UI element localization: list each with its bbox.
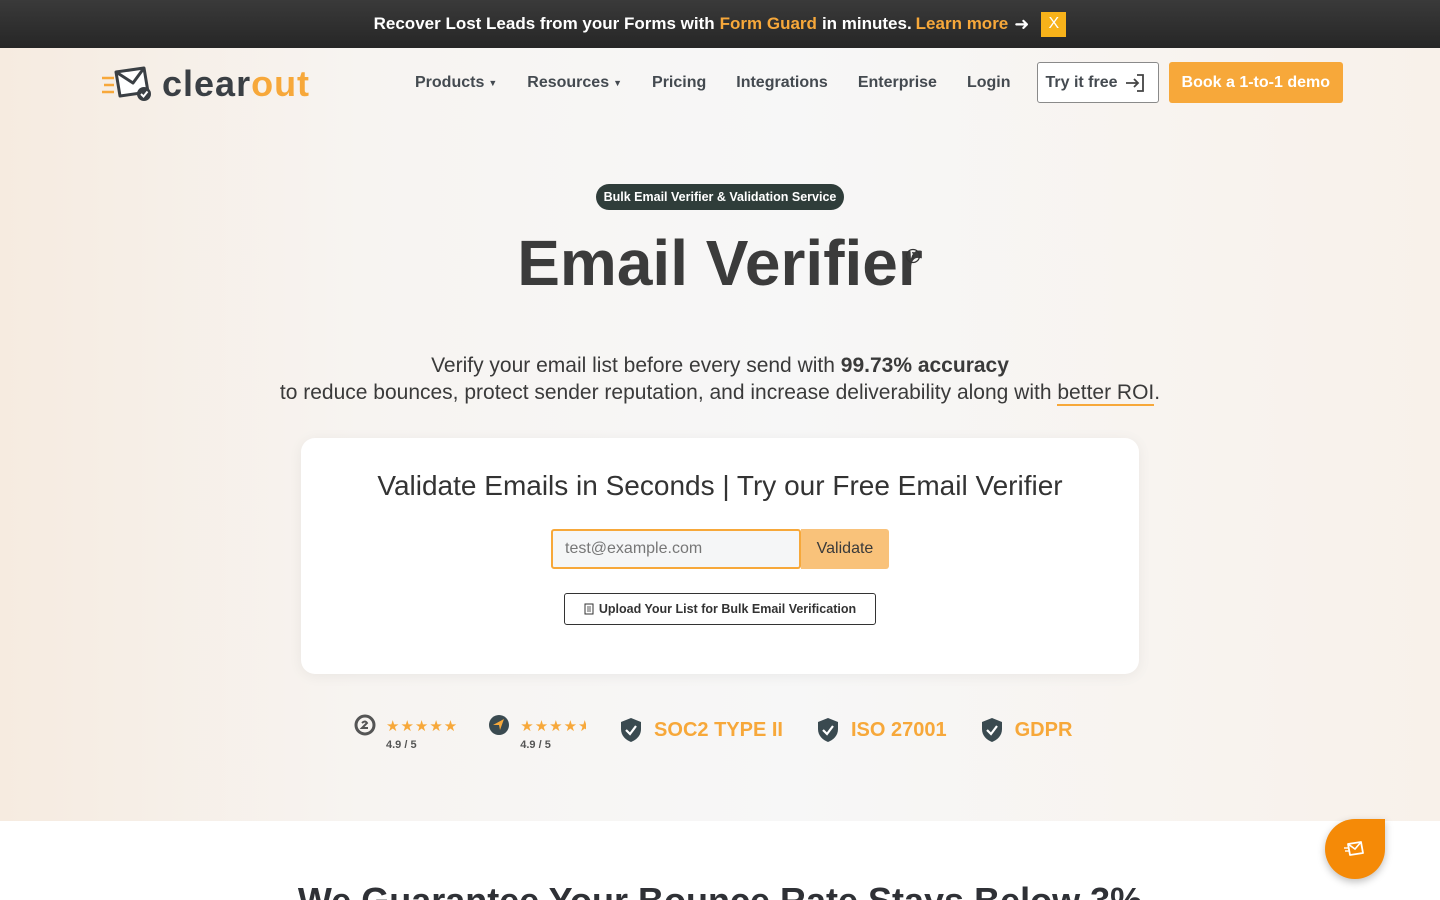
iso-label: ISO 27001 [850, 718, 947, 741]
shield-check-icon [817, 718, 838, 742]
book-demo-button[interactable]: Book a 1-to-1 demo [1168, 62, 1343, 103]
g2-rating: ★★★★★ 4.9 / 5 [354, 714, 458, 751]
iso-badge: ISO 27001 [817, 714, 947, 746]
nav-products-label: Products [415, 73, 485, 91]
arrow-right-icon: ➜ [1014, 13, 1030, 34]
capterra-stars: ★★★★ ★ [520, 717, 586, 735]
bounce-guarantee-heading: We Guarantee Your Bounce Rate Stays Belo… [0, 880, 1440, 900]
gdpr-badge: GDPR [981, 714, 1073, 746]
capterra-rating: ★★★★ ★ 4.9 / 5 [488, 714, 586, 751]
hero-subtitle-line1: Verify your email list before every send… [0, 354, 1440, 378]
hero-subtitle-period: . [1154, 381, 1161, 404]
hero-subtitle-line2: to reduce bounces, protect sender reputa… [0, 381, 1440, 406]
soc2-badge: SOC2 TYPE II [620, 714, 783, 746]
nav-resources[interactable]: Resources ▼ [527, 74, 622, 92]
email-input[interactable] [551, 529, 801, 569]
chat-widget-button[interactable] [1325, 819, 1385, 879]
info-icon[interactable] [905, 248, 921, 264]
g2-icon [354, 714, 376, 736]
form-guard-highlight: Form Guard [719, 14, 817, 33]
close-announcement-button[interactable]: X [1041, 11, 1067, 37]
document-icon [584, 603, 594, 615]
service-pill: Bulk Email Verifier & Validation Service [596, 184, 844, 210]
announcement-text-after: in minutes. [821, 14, 912, 33]
logo-text-out: out [251, 63, 311, 104]
capterra-stars-full: ★★★★ [520, 718, 579, 735]
half-star-icon: ★ [578, 718, 587, 735]
better-roi-link[interactable]: better ROI [1057, 381, 1155, 406]
hero-section [0, 48, 1440, 821]
shield-check-icon [621, 718, 642, 742]
verifier-card-title: Validate Emails in Seconds | Try our Fre… [377, 470, 1063, 501]
upload-list-button[interactable]: Upload Your List for Bulk Email Verifica… [564, 593, 876, 625]
capterra-score: 4.9 / 5 [520, 739, 551, 751]
nav-login[interactable]: Login [967, 74, 1011, 92]
announcement-bar: Recover Lost Leads from your Forms with … [0, 0, 1440, 48]
g2-stars: ★★★★★ [386, 718, 459, 735]
logo-text: clearout [162, 63, 310, 105]
nav-integrations[interactable]: Integrations [736, 74, 828, 92]
hero-subtitle-text: Verify your email list before every send… [431, 354, 835, 377]
nav-resources-label: Resources [527, 73, 610, 91]
validate-button[interactable]: Validate [801, 529, 889, 569]
capterra-icon [489, 715, 510, 735]
logo-text-clear: clear [162, 63, 252, 104]
announcement-text: Recover Lost Leads from your Forms with [373, 14, 715, 33]
logo[interactable]: clearout [100, 63, 310, 105]
soc2-label: SOC2 TYPE II [654, 718, 783, 741]
try-free-label: Try it free [1045, 73, 1118, 91]
trust-badges: ★★★★★ 4.9 / 5 ★★★★ ★ 4.9 / 5 SOC2 TYPE II… [354, 714, 1072, 751]
hero-subtitle-text-2: to reduce bounces, protect sender reputa… [279, 381, 1052, 404]
page-title: Email Verifier [517, 227, 923, 299]
nav-products[interactable]: Products ▼ [415, 74, 497, 92]
try-free-button[interactable]: Try it free [1036, 62, 1159, 103]
caret-down-icon: ▼ [488, 77, 498, 88]
accuracy-highlight: 99.73% accuracy [840, 354, 1009, 377]
caret-down-icon: ▼ [613, 77, 623, 88]
upload-list-label: Upload Your List for Bulk Email Verifica… [598, 602, 857, 616]
shield-check-icon [981, 718, 1002, 742]
chat-logo-icon [1344, 841, 1364, 856]
logo-envelope-icon [102, 66, 151, 101]
gdpr-label: GDPR [1014, 718, 1073, 741]
nav-enterprise[interactable]: Enterprise [858, 74, 937, 92]
main-nav: Products ▼ Resources ▼ Pricing Integration… [385, 62, 1343, 103]
nav-pricing[interactable]: Pricing [652, 74, 706, 92]
sign-in-icon [1125, 73, 1144, 92]
g2-score: 4.9 / 5 [386, 739, 417, 751]
learn-more-link[interactable]: Learn more [916, 14, 1009, 34]
